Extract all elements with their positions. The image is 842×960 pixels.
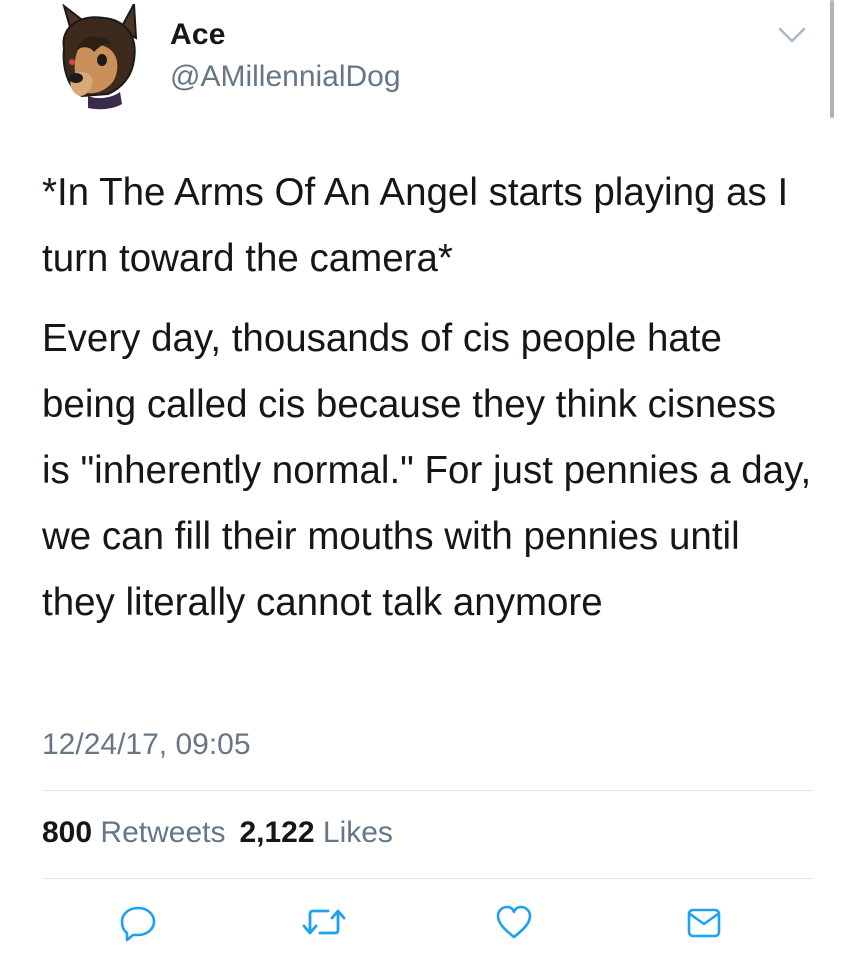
reply-icon [120, 906, 156, 942]
likes-stat[interactable]: 2,122 Likes [239, 816, 392, 849]
tweet-text: *In The Arms Of An Angel starts playing … [42, 160, 812, 636]
tweet-actions [0, 898, 842, 948]
likes-count: 2,122 [239, 816, 315, 849]
reply-button[interactable] [114, 898, 162, 946]
tweet-paragraph-1: *In The Arms Of An Angel starts playing … [42, 171, 789, 280]
tweet-timestamp[interactable]: 12/24/17, 09:05 [42, 728, 251, 762]
divider [42, 878, 814, 879]
tweet-paragraph-2: Every day, thousands of cis people hate … [42, 317, 812, 624]
dog-avatar-icon [62, 0, 138, 110]
retweets-count: 800 [42, 816, 93, 849]
divider [42, 790, 814, 791]
retweet-button[interactable] [300, 898, 348, 946]
chevron-down-icon[interactable] [778, 26, 806, 44]
retweet-icon [302, 909, 346, 935]
scrollbar[interactable] [830, 0, 834, 118]
envelope-icon [687, 908, 721, 938]
display-name[interactable]: Ace [170, 18, 226, 52]
tweet-page: Ace @AMillennialDog *In The Arms Of An A… [0, 0, 842, 960]
tweet-stats: 800 Retweets 2,122 Likes [42, 816, 393, 850]
avatar[interactable] [42, 0, 150, 112]
direct-message-button[interactable] [680, 898, 728, 946]
retweets-label: Retweets [100, 816, 226, 849]
heart-icon [496, 905, 532, 939]
tweet-header: Ace @AMillennialDog [0, 0, 842, 130]
retweets-stat[interactable]: 800 Retweets [42, 816, 225, 849]
likes-label: Likes [322, 816, 393, 849]
like-button[interactable] [490, 898, 538, 946]
user-handle[interactable]: @AMillennialDog [170, 60, 401, 94]
